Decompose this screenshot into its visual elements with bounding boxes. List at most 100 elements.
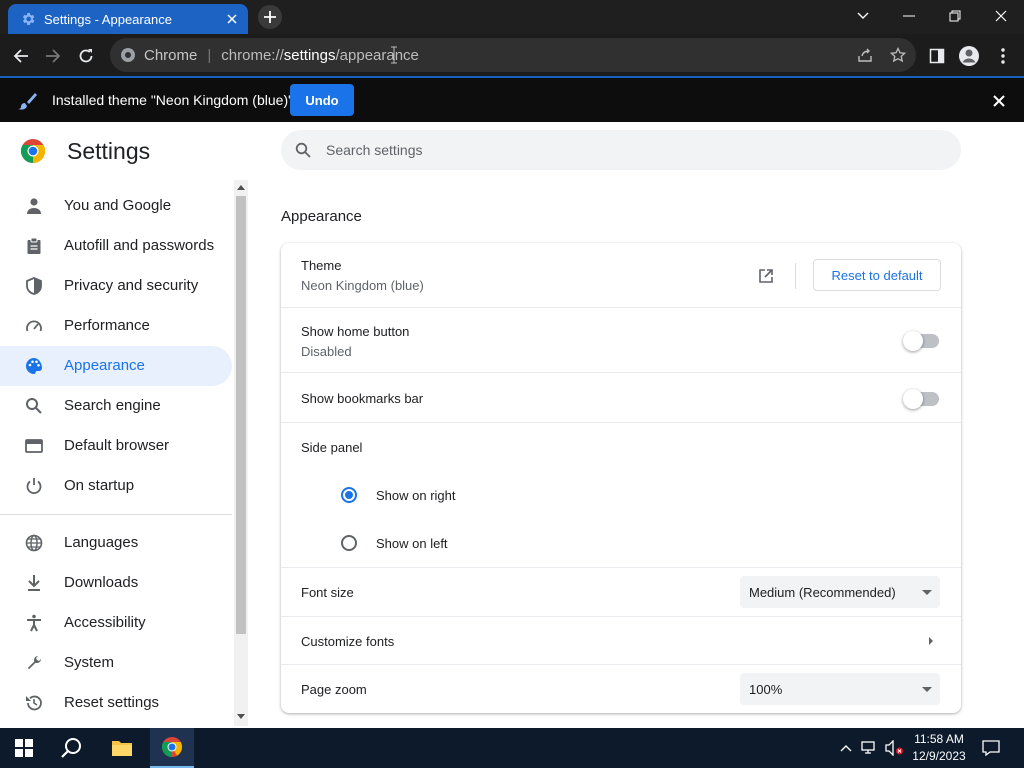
power-icon [24, 476, 44, 496]
browser-toolbar: Chrome | chrome://settings/appearance [0, 34, 1024, 78]
undo-button[interactable]: Undo [290, 84, 354, 116]
sidebar-scrollbar[interactable] [234, 180, 248, 726]
text-cursor-icon [390, 46, 397, 64]
dropdown-caret-icon [922, 590, 932, 595]
appearance-card: Theme Neon Kingdom (blue) Reset to defau… [281, 243, 961, 713]
file-explorer-button[interactable] [100, 728, 144, 768]
theme-row[interactable]: Theme Neon Kingdom (blue) Reset to defau… [281, 243, 961, 307]
share-icon[interactable] [856, 46, 874, 64]
search-settings-input[interactable]: Search settings [281, 130, 961, 170]
page-zoom-label: Page zoom [301, 682, 367, 697]
settings-sidebar: You and Google Autofill and passwords Pr… [0, 180, 250, 726]
page-zoom-select[interactable]: 100% [740, 673, 940, 705]
theme-label: Theme [301, 258, 342, 273]
side-panel-left-radio[interactable] [341, 535, 357, 551]
scrollbar-thumb[interactable] [236, 196, 246, 634]
sidebar-item-search-engine[interactable]: Search engine [0, 386, 232, 426]
sidebar-item-languages[interactable]: Languages [0, 523, 232, 563]
infobar-message: Installed theme "Neon Kingdom (blue)" [52, 92, 294, 108]
close-tab-icon[interactable] [222, 9, 242, 29]
font-size-select[interactable]: Medium (Recommended) [740, 576, 940, 608]
bookmarks-bar-label: Show bookmarks bar [301, 391, 424, 406]
home-button-value: Disabled [301, 344, 352, 359]
dropdown-caret-icon [922, 687, 932, 692]
close-window-button[interactable] [978, 2, 1024, 30]
home-button-label: Show home button [301, 324, 410, 339]
customize-fonts-row[interactable]: Customize fonts [281, 616, 961, 664]
side-panel-left-label[interactable]: Show on left [376, 536, 448, 551]
chrome-logo [20, 138, 46, 164]
home-button-row[interactable]: Show home button Disabled [281, 307, 961, 372]
bookmarks-bar-row[interactable]: Show bookmarks bar [281, 372, 961, 422]
history-icon [24, 693, 44, 713]
forward-button[interactable] [38, 41, 68, 71]
page-title: Settings [67, 138, 151, 164]
theme-infobar: Installed theme "Neon Kingdom (blue)" Un… [0, 78, 1024, 122]
volume-muted-icon[interactable] [884, 738, 906, 758]
browser-icon [24, 436, 44, 456]
bookmarks-bar-toggle[interactable] [903, 389, 939, 409]
search-taskbar-button[interactable] [50, 728, 94, 768]
globe-icon [24, 533, 44, 553]
home-button-toggle[interactable] [903, 331, 939, 351]
sidebar-item-you-and-google[interactable]: You and Google [0, 186, 232, 226]
side-panel-row: Side panel Show on right Show on left [281, 422, 961, 567]
sidebar-item-accessibility[interactable]: Accessibility [0, 603, 232, 643]
chrome-taskbar-button[interactable] [150, 728, 194, 768]
side-panel-right-radio[interactable] [341, 487, 357, 503]
side-panel-button[interactable] [922, 41, 952, 71]
browser-tab[interactable]: Settings - Appearance [8, 4, 248, 34]
notifications-icon[interactable] [980, 738, 1002, 758]
start-button[interactable] [2, 728, 46, 768]
clipboard-icon [24, 236, 44, 256]
palette-icon [24, 356, 44, 376]
profile-avatar-button[interactable] [954, 41, 984, 71]
reload-button[interactable] [71, 41, 101, 71]
bookmark-star-icon[interactable] [889, 46, 907, 64]
external-link-icon[interactable] [755, 265, 777, 287]
sidebar-item-reset-settings[interactable]: Reset settings [0, 683, 232, 723]
tab-search-chevron-icon[interactable] [840, 2, 886, 30]
title-bar: Settings - Appearance [0, 0, 1024, 34]
sidebar-item-appearance[interactable]: Appearance [0, 346, 232, 386]
network-icon[interactable] [860, 738, 880, 758]
scroll-up-arrow-icon[interactable] [237, 184, 245, 190]
sidebar-item-default-browser[interactable]: Default browser [0, 426, 232, 466]
font-size-label: Font size [301, 585, 354, 600]
reset-to-default-button[interactable]: Reset to default [813, 259, 941, 291]
search-icon [293, 140, 313, 160]
more-menu-button[interactable] [988, 41, 1018, 71]
sidebar-item-downloads[interactable]: Downloads [0, 563, 232, 603]
speedometer-icon [24, 316, 44, 336]
search-placeholder: Search settings [326, 142, 423, 158]
sidebar-item-system[interactable]: System [0, 643, 232, 683]
sidebar-item-on-startup[interactable]: On startup [0, 466, 232, 506]
page-zoom-row: Page zoom 100% [281, 664, 961, 713]
section-title: Appearance [281, 208, 362, 225]
theme-value: Neon Kingdom (blue) [301, 278, 424, 293]
tab-title: Settings - Appearance [44, 11, 172, 27]
chevron-up-icon[interactable] [836, 738, 856, 758]
restore-button[interactable] [932, 2, 978, 30]
gear-icon [20, 11, 36, 27]
sidebar-item-privacy[interactable]: Privacy and security [0, 266, 232, 306]
close-icon[interactable] [988, 90, 1010, 112]
shield-icon [24, 276, 44, 296]
clock-date: 12/9/2023 [912, 749, 966, 763]
side-panel-right-label[interactable]: Show on right [376, 488, 456, 503]
sidebar-item-autofill[interactable]: Autofill and passwords [0, 226, 232, 266]
wrench-icon [24, 653, 44, 673]
site-name: Chrome [144, 46, 198, 64]
side-panel-label: Side panel [301, 440, 363, 455]
accessibility-icon [24, 613, 44, 633]
new-tab-button[interactable] [256, 4, 284, 30]
scroll-down-arrow-icon[interactable] [237, 714, 245, 720]
paintbrush-icon [16, 90, 38, 112]
clock-time: 11:58 AM [914, 732, 964, 746]
search-icon [24, 396, 44, 416]
sidebar-item-performance[interactable]: Performance [0, 306, 232, 346]
back-button[interactable] [6, 41, 36, 71]
system-clock[interactable]: 11:58 AM 12/9/2023 [906, 731, 972, 765]
minimize-button[interactable] [886, 2, 932, 30]
address-bar[interactable]: Chrome | chrome://settings/appearance [110, 38, 916, 72]
